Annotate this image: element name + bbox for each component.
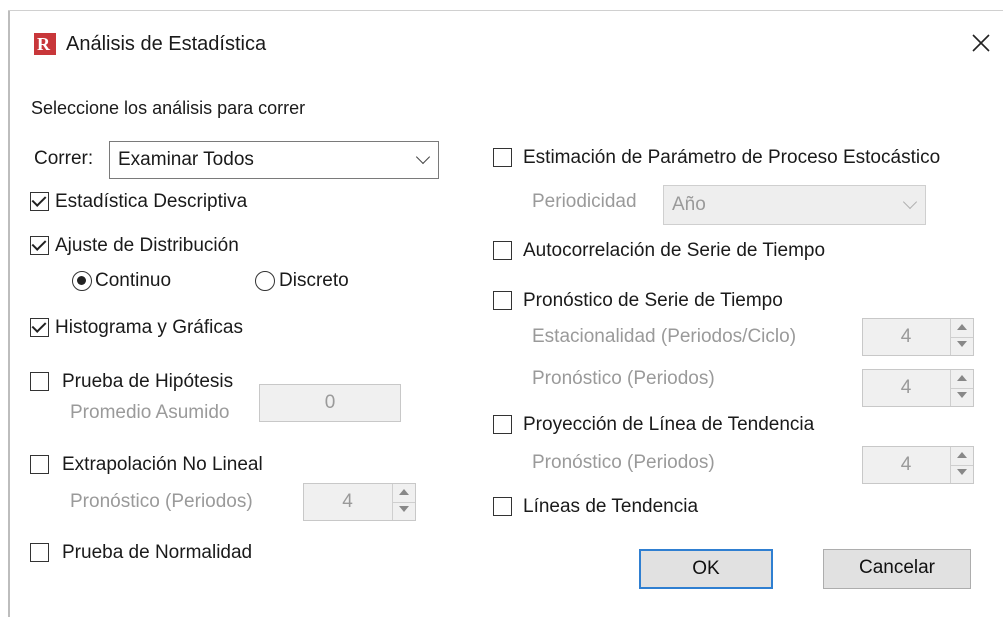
periodicity-label: Periodicidad — [532, 191, 637, 212]
stochastic-label: Estimación de Parámetro de Proceso Estoc… — [523, 147, 941, 168]
ts-forecast-label: Pronóstico de Serie de Tiempo — [523, 290, 783, 311]
stepper-down-icon[interactable] — [951, 337, 973, 355]
stepper-down-icon[interactable] — [393, 502, 415, 520]
discrete-label: Discreto — [279, 270, 349, 291]
run-select-value: Examinar Todos — [118, 149, 254, 170]
window-border-top — [8, 10, 1003, 11]
trendlines-label: Líneas de Tendencia — [523, 496, 699, 517]
run-label: Correr: — [34, 148, 94, 169]
nonlinear-forecast-label: Pronóstico (Periodos) — [70, 491, 253, 512]
stepper-up-icon[interactable] — [951, 319, 973, 338]
seasonality-label: Estacionalidad (Periodos/Ciclo) — [532, 326, 797, 347]
cancel-button[interactable]: Cancelar — [823, 549, 971, 589]
trendlines-checkbox[interactable] — [493, 497, 512, 516]
periodicity-value: Año — [672, 194, 706, 215]
normality-label: Prueba de Normalidad — [62, 542, 253, 563]
histogram-checkbox[interactable] — [30, 318, 49, 337]
instruction-text: Seleccione los análisis para correr — [31, 98, 306, 118]
stepper-buttons — [950, 370, 973, 406]
ok-button[interactable]: OK — [639, 549, 773, 589]
trendline-forecast-label: Pronóstico (Periodos) — [532, 452, 715, 473]
stepper-buttons — [950, 319, 973, 355]
assumed-mean-label: Promedio Asumido — [70, 402, 230, 423]
seasonality-stepper[interactable]: 4 — [862, 318, 974, 356]
ts-forecast-periods-label: Pronóstico (Periodos) — [532, 368, 715, 389]
app-logo-icon: R — [34, 33, 56, 55]
stepper-down-icon[interactable] — [951, 465, 973, 483]
nonlinear-forecast-value: 4 — [342, 491, 353, 512]
continuous-radio[interactable] — [72, 271, 92, 291]
discrete-radio[interactable] — [255, 271, 275, 291]
stochastic-checkbox[interactable] — [493, 148, 512, 167]
stepper-up-icon[interactable] — [951, 447, 973, 466]
hypothesis-label: Prueba de Hipótesis — [62, 371, 234, 392]
descriptive-checkbox[interactable] — [30, 192, 49, 211]
normality-checkbox[interactable] — [30, 543, 49, 562]
run-select[interactable]: Examinar Todos — [109, 141, 439, 179]
distribution-fit-label: Ajuste de Distribución — [55, 235, 239, 256]
chevron-down-icon — [415, 149, 431, 165]
trendline-forecast-value: 4 — [900, 454, 912, 475]
autocorrelation-checkbox[interactable] — [493, 241, 512, 260]
nonlinear-label: Extrapolación No Lineal — [62, 454, 263, 475]
ts-forecast-stepper[interactable]: 4 — [862, 369, 974, 407]
window-border-left — [8, 10, 10, 617]
stepper-buttons — [950, 447, 973, 483]
trendline-forecast-stepper[interactable]: 4 — [862, 446, 974, 484]
histogram-label: Histograma y Gráficas — [55, 317, 243, 338]
continuous-label: Continuo — [95, 270, 172, 291]
ts-forecast-value: 4 — [900, 377, 912, 398]
stepper-up-icon[interactable] — [393, 484, 415, 503]
distribution-fit-checkbox[interactable] — [30, 236, 49, 255]
stepper-down-icon[interactable] — [951, 388, 973, 406]
ts-forecast-checkbox[interactable] — [493, 291, 512, 310]
chevron-down-icon — [902, 194, 918, 210]
window-title: Análisis de Estadística — [66, 33, 267, 55]
nonlinear-checkbox[interactable] — [30, 455, 49, 474]
hypothesis-checkbox[interactable] — [30, 372, 49, 391]
periodicity-select[interactable]: Año — [663, 185, 926, 225]
seasonality-value: 4 — [900, 326, 912, 347]
descriptive-label: Estadística Descriptiva — [55, 191, 248, 212]
close-icon[interactable] — [968, 30, 994, 56]
trendline-projection-checkbox[interactable] — [493, 415, 512, 434]
trendline-projection-label: Proyección de Línea de Tendencia — [523, 414, 815, 435]
stepper-up-icon[interactable] — [951, 370, 973, 389]
nonlinear-forecast-stepper[interactable]: 4 — [303, 483, 416, 521]
stepper-buttons — [392, 484, 415, 520]
assumed-mean-input[interactable]: 0 — [259, 384, 401, 422]
autocorrelation-label: Autocorrelación de Serie de Tiempo — [523, 240, 826, 261]
